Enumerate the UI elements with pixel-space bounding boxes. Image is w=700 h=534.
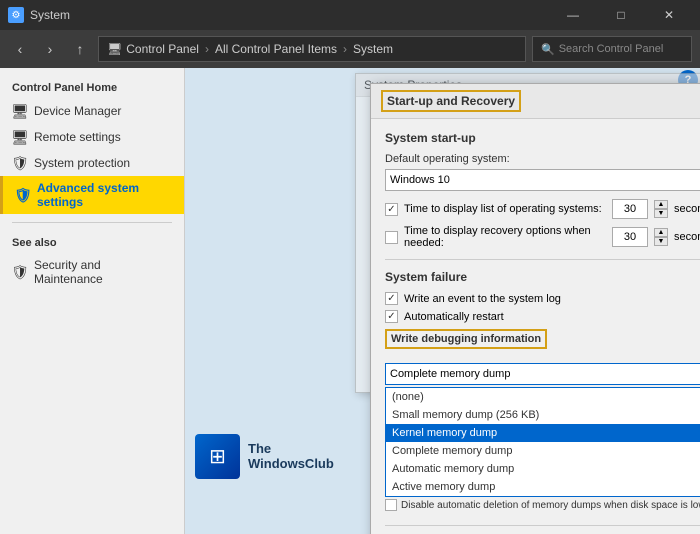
dump-type-value: Complete memory dump (390, 368, 510, 380)
dropdown-item-none[interactable]: (none) (386, 388, 700, 406)
breadcrumb-item-2: All Control Panel Items (215, 42, 337, 56)
title-bar-controls: — □ ✕ (550, 0, 692, 30)
default-os-select[interactable]: Windows 10 ▼ (385, 169, 700, 191)
time-recovery-group: Time to display recovery options when ne… (385, 225, 700, 249)
security-icon: 🛡 (12, 264, 28, 280)
time-recovery-down[interactable]: ▼ (654, 237, 668, 246)
disable-auto-row: Disable automatic deletion of memory dum… (385, 499, 700, 511)
system-protection-icon: 🛡 (12, 155, 28, 171)
sidebar-item-remote-label: Remote settings (34, 130, 121, 144)
breadcrumb-sep-2: › (343, 42, 347, 56)
see-also-title: See also (0, 231, 184, 253)
sidebar: Control Panel Home 🖥 Device Manager 🖥 Re… (0, 68, 185, 534)
time-display-checkbox[interactable]: ✓ (385, 203, 398, 216)
dropdown-item-automatic[interactable]: Automatic memory dump (386, 460, 700, 478)
section-divider-1 (385, 259, 700, 260)
dropdown-item-complete[interactable]: Complete memory dump (386, 442, 700, 460)
sidebar-item-remote-settings[interactable]: 🖥 Remote settings (0, 124, 184, 150)
sidebar-item-advanced-label: Advanced system settings (37, 181, 172, 209)
main-content: Control Panel Home 🖥 Device Manager 🖥 Re… (0, 68, 700, 534)
time-display-down[interactable]: ▼ (654, 209, 668, 218)
remote-settings-icon: 🖥 (12, 129, 28, 145)
time-recovery-label: Time to display recovery options when ne… (404, 225, 606, 249)
sidebar-item-device-manager-label: Device Manager (34, 104, 121, 118)
breadcrumb-item-3: System (353, 42, 393, 56)
auto-restart-row: ✓ Automatically restart (385, 310, 700, 323)
search-placeholder: Search Control Panel (559, 43, 664, 55)
time-recovery-unit: seconds (674, 231, 700, 243)
sidebar-item-security-label: Security and Maintenance (34, 258, 172, 286)
up-button[interactable]: ↑ (68, 37, 92, 61)
time-recovery-spinner: ▲ ▼ (654, 228, 668, 246)
auto-restart-label: Automatically restart (404, 311, 504, 323)
dialog-body: System start-up Default operating system… (371, 119, 700, 534)
back-button[interactable]: ‹ (8, 37, 32, 61)
startup-recovery-dialog: Start-up and Recovery ✕ System start-up … (370, 83, 700, 534)
sidebar-item-system-protection[interactable]: 🛡 System protection (0, 150, 184, 176)
dropdown-item-small[interactable]: Small memory dump (256 KB) (386, 406, 700, 424)
time-display-unit: seconds (674, 203, 700, 215)
dump-type-dropdown: (none) Small memory dump (256 KB) Kernel… (385, 387, 700, 497)
time-recovery-up[interactable]: ▲ (654, 228, 668, 237)
dialog-title-bar: Start-up and Recovery ✕ (371, 84, 700, 119)
windowsclub-logo-area: ⊞ The WindowsClub (195, 434, 334, 479)
breadcrumb[interactable]: 🖥 Control Panel › All Control Panel Item… (98, 36, 526, 62)
address-bar: ‹ › ↑ 🖥 Control Panel › All Control Pane… (0, 30, 700, 68)
search-icon: 🔍 (541, 43, 555, 56)
minimize-button[interactable]: — (550, 0, 596, 30)
default-os-group: Default operating system: Windows 10 ▼ (385, 153, 700, 191)
write-event-row: ✓ Write an event to the system log (385, 292, 700, 305)
dropdown-item-kernel[interactable]: Kernel memory dump (386, 424, 700, 442)
system-startup-header: System start-up (385, 131, 700, 145)
sidebar-item-protection-label: System protection (34, 156, 130, 170)
debug-info-label: Write debugging information (385, 329, 547, 349)
time-display-spinner: ▲ ▼ (654, 200, 668, 218)
search-box[interactable]: 🔍 Search Control Panel (532, 36, 692, 62)
time-display-input[interactable]: 30 (612, 199, 648, 219)
sidebar-item-advanced-system[interactable]: 🛡 Advanced system settings (0, 176, 184, 214)
breadcrumb-item-1: Control Panel (126, 42, 199, 56)
sidebar-item-security[interactable]: 🛡 Security and Maintenance (0, 253, 184, 291)
system-failure-header: System failure (385, 270, 700, 284)
auto-restart-checkbox[interactable]: ✓ (385, 310, 398, 323)
dump-type-container: Complete memory dump ▼ (none) Small memo… (385, 363, 700, 497)
dropdown-item-active[interactable]: Active memory dump (386, 478, 700, 496)
title-bar: ⚙ System — □ ✕ (0, 0, 700, 30)
device-manager-icon: 🖥 (12, 103, 28, 119)
advanced-system-icon: 🛡 (15, 187, 31, 203)
default-os-value: Windows 10 (390, 174, 450, 186)
close-button[interactable]: ✕ (646, 0, 692, 30)
right-content-area: ? dows 10 50 GHz 🛡 Change settings ⊞ The… (185, 68, 700, 534)
windowsclub-text: The WindowsClub (248, 442, 334, 471)
time-display-group: ✓ Time to display list of operating syst… (385, 199, 700, 219)
forward-button[interactable]: › (38, 37, 62, 61)
breadcrumb-icon: 🖥 (107, 42, 122, 56)
app-icon: ⚙ (8, 7, 24, 23)
title-bar-text: System (30, 8, 70, 22)
time-display-up[interactable]: ▲ (654, 200, 668, 209)
dump-type-select[interactable]: Complete memory dump ▼ (385, 363, 700, 385)
time-recovery-input[interactable]: 30 (612, 227, 648, 247)
maximize-button[interactable]: □ (598, 0, 644, 30)
write-event-label: Write an event to the system log (404, 293, 561, 305)
default-os-label: Default operating system: (385, 153, 700, 165)
windowsclub-icon: ⊞ (195, 434, 240, 479)
disable-auto-checkbox[interactable] (385, 499, 397, 511)
sidebar-divider (12, 222, 172, 223)
time-display-label: Time to display list of operating system… (404, 203, 606, 215)
dialog-buttons: OK Cancel (385, 525, 700, 534)
write-event-checkbox[interactable]: ✓ (385, 292, 398, 305)
time-recovery-checkbox[interactable] (385, 231, 398, 244)
breadcrumb-sep-1: › (205, 42, 209, 56)
dialog-title: Start-up and Recovery (381, 90, 521, 112)
sidebar-title: Control Panel Home (0, 76, 184, 98)
sidebar-item-device-manager[interactable]: 🖥 Device Manager (0, 98, 184, 124)
disable-auto-label: Disable automatic deletion of memory dum… (401, 500, 700, 511)
